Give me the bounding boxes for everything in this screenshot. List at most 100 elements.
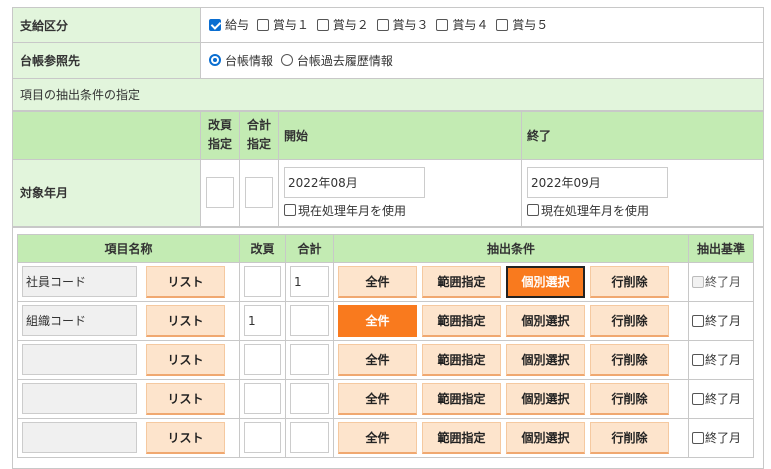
- checkbox[interactable]: [692, 392, 704, 405]
- checkbox[interactable]: [496, 18, 509, 31]
- item-name-field[interactable]: 組織コード: [22, 305, 137, 336]
- checkbox[interactable]: [256, 18, 269, 31]
- list-button[interactable]: リスト: [146, 304, 225, 337]
- individual-select-button[interactable]: 個別選択: [506, 421, 585, 454]
- checkbox[interactable]: [692, 353, 704, 366]
- page-break-input[interactable]: [244, 383, 281, 414]
- table-row: 組織コード リスト 1 全件 範囲指定 個別選択 行削除 終了月: [17, 300, 754, 341]
- option-label: 賞与１: [272, 18, 309, 33]
- payment-option-bonus2[interactable]: 賞与２: [316, 16, 369, 33]
- end-month-checkbox[interactable]: 終了月: [692, 312, 750, 329]
- page-break-input[interactable]: [244, 344, 281, 375]
- checkbox[interactable]: [376, 18, 389, 31]
- page-break-input[interactable]: 1: [244, 305, 281, 336]
- items-container: 項目名称 改頁 合計 抽出条件 抽出基準 社員コード リスト 1 全件 範囲指定 個別…: [11, 225, 765, 469]
- total-header: 合計: [285, 233, 334, 263]
- checkbox-label: 終了月: [705, 353, 742, 367]
- table-row: リスト 全件 範囲指定 個別選択 行削除 終了月: [17, 339, 754, 380]
- ledger-source-label: 台帳参照先: [12, 42, 201, 79]
- checkbox[interactable]: [209, 18, 221, 31]
- individual-select-button[interactable]: 個別選択: [506, 343, 585, 376]
- end-month-input[interactable]: 2022年09月: [527, 166, 668, 198]
- end-month-checkbox[interactable]: 終了月: [692, 273, 750, 290]
- option-label: 給与: [225, 18, 250, 33]
- item-name-field[interactable]: 社員コード: [22, 266, 137, 297]
- individual-select-button[interactable]: 個別選択: [506, 265, 585, 298]
- total-input[interactable]: [290, 422, 329, 453]
- checkbox[interactable]: [316, 18, 329, 31]
- option-label: 賞与５: [512, 18, 549, 33]
- range-button[interactable]: 範囲指定: [422, 382, 501, 415]
- table-row: リスト 全件 範囲指定 個別選択 行削除 終了月: [17, 378, 754, 419]
- all-button[interactable]: 全件: [338, 382, 417, 415]
- item-name-field[interactable]: [22, 383, 137, 414]
- individual-select-button[interactable]: 個別選択: [506, 382, 585, 415]
- ledger-option-current[interactable]: 台帳情報: [209, 52, 273, 69]
- header-text: 改頁: [207, 118, 232, 133]
- delete-row-button[interactable]: 行削除: [590, 304, 669, 337]
- checkbox-label: 終了月: [705, 392, 742, 406]
- start-use-current-checkbox[interactable]: 現在処理年月を使用: [284, 202, 516, 219]
- total-input[interactable]: [290, 344, 329, 375]
- all-button[interactable]: 全件: [338, 304, 417, 337]
- delete-row-button[interactable]: 行削除: [590, 265, 669, 298]
- option-label: 賞与３: [392, 18, 429, 33]
- start-month-input[interactable]: 2022年08月: [284, 166, 425, 198]
- radio[interactable]: [280, 54, 293, 67]
- page-break-input[interactable]: [244, 266, 281, 297]
- checkbox[interactable]: [284, 204, 296, 217]
- end-month-checkbox[interactable]: 終了月: [692, 390, 750, 407]
- all-button[interactable]: 全件: [338, 265, 417, 298]
- payment-option-bonus5[interactable]: 賞与５: [496, 16, 548, 33]
- all-button[interactable]: 全件: [338, 421, 417, 454]
- list-button[interactable]: リスト: [146, 382, 225, 415]
- list-button[interactable]: リスト: [146, 265, 225, 298]
- end-use-current-checkbox[interactable]: 現在処理年月を使用: [527, 202, 758, 219]
- checkbox-label: 終了月: [705, 275, 742, 289]
- individual-select-button[interactable]: 個別選択: [506, 304, 585, 337]
- checkbox[interactable]: [436, 18, 449, 31]
- end-month-checkbox[interactable]: 終了月: [692, 351, 750, 368]
- option-label: 台帳情報: [225, 53, 274, 68]
- item-name-field[interactable]: [22, 422, 137, 453]
- checkbox[interactable]: [692, 314, 704, 327]
- start-header: 開始: [278, 110, 522, 160]
- all-button[interactable]: 全件: [338, 343, 417, 376]
- checkbox[interactable]: [527, 204, 539, 217]
- list-button[interactable]: リスト: [146, 421, 225, 454]
- table-row: リスト 全件 範囲指定 個別選択 行削除 終了月: [17, 417, 754, 458]
- delete-row-button[interactable]: 行削除: [590, 421, 669, 454]
- checkbox-label: 終了月: [705, 314, 742, 328]
- end-header: 終了: [520, 110, 765, 160]
- header-text: 合計: [246, 118, 271, 133]
- range-button[interactable]: 範囲指定: [422, 265, 501, 298]
- payment-option-bonus4[interactable]: 賞与４: [436, 16, 488, 33]
- checkbox[interactable]: [692, 275, 704, 288]
- checkbox-label: 終了月: [705, 431, 742, 445]
- range-button[interactable]: 範囲指定: [422, 304, 501, 337]
- checkbox[interactable]: [692, 431, 704, 444]
- extraction-settings-table: 支給区分 給与 賞与１ 賞与２ 賞与３ 賞与４ 賞与５ 台帳参照先 台帳情報 台…: [11, 7, 765, 469]
- delete-row-button[interactable]: 行削除: [590, 343, 669, 376]
- delete-row-button[interactable]: 行削除: [590, 382, 669, 415]
- total-input[interactable]: [290, 383, 329, 414]
- list-button[interactable]: リスト: [146, 343, 225, 376]
- item-name-header: 項目名称: [17, 233, 240, 263]
- payment-option-bonus1[interactable]: 賞与１: [256, 16, 309, 33]
- range-button[interactable]: 範囲指定: [422, 421, 501, 454]
- radio[interactable]: [209, 54, 221, 67]
- period-total-input[interactable]: [245, 177, 273, 209]
- range-button[interactable]: 範囲指定: [422, 343, 501, 376]
- basis-header: 抽出基準: [688, 233, 754, 263]
- period-page-break-input[interactable]: [206, 177, 234, 209]
- items-table: 項目名称 改頁 合計 抽出条件 抽出基準 社員コード リスト 1 全件 範囲指定 個別…: [17, 233, 754, 458]
- item-name-field[interactable]: [22, 344, 137, 375]
- end-month-checkbox[interactable]: 終了月: [692, 429, 750, 446]
- payment-option-bonus3[interactable]: 賞与３: [376, 16, 429, 33]
- total-input[interactable]: [290, 305, 329, 336]
- total-input[interactable]: 1: [290, 266, 329, 297]
- page-break-input[interactable]: [244, 422, 281, 453]
- ledger-option-history[interactable]: 台帳過去履歴情報: [280, 52, 393, 69]
- option-label: 賞与２: [332, 18, 369, 33]
- payment-option-salary[interactable]: 給与: [209, 16, 249, 33]
